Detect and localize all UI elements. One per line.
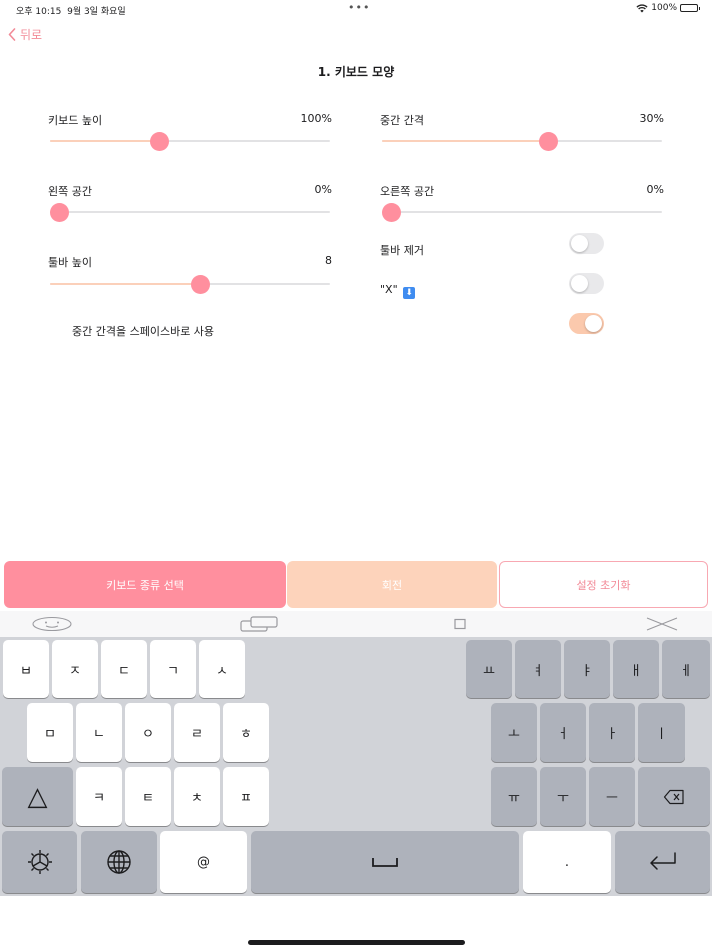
- key-consonant[interactable]: ㅂ: [3, 640, 49, 698]
- slider-thumb[interactable]: [149, 132, 169, 151]
- slider-thumb[interactable]: [382, 203, 401, 222]
- status-bar: 오후 10:15 9월 3일 화요일 ••• 100%: [0, 0, 712, 20]
- key-vowel[interactable]: ㅐ: [613, 640, 659, 698]
- select-keyboard-button[interactable]: 키보드 종류 선택: [4, 561, 286, 608]
- gap-as-space-label: 중간 간격을 스페이스바로 사용: [72, 325, 215, 338]
- middle-gap-slider[interactable]: [382, 131, 662, 151]
- key-vowel[interactable]: ㅣ: [638, 703, 685, 762]
- key-consonant[interactable]: ㅈ: [52, 640, 98, 698]
- key-vowel[interactable]: ㅡ: [589, 767, 635, 826]
- wifi-icon: [636, 3, 648, 12]
- x-key-label: "X" ⬇: [380, 283, 416, 299]
- key-vowel[interactable]: ㅑ: [564, 640, 610, 698]
- key-vowel[interactable]: ㅕ: [515, 640, 561, 698]
- status-right: 100%: [636, 3, 700, 13]
- settings-key[interactable]: [2, 831, 77, 893]
- rotate-button[interactable]: 회전: [287, 561, 497, 608]
- delete-left-icon: [663, 789, 684, 804]
- space-key[interactable]: [251, 831, 519, 893]
- key-vowel[interactable]: ㅜ: [540, 767, 586, 826]
- return-icon: [649, 852, 676, 870]
- keyboard-height-slider[interactable]: [50, 131, 330, 151]
- language-key[interactable]: [81, 831, 157, 893]
- backspace-key[interactable]: [638, 767, 710, 826]
- keyboard-height-value: 100%: [300, 112, 332, 125]
- remove-toolbar-toggle[interactable]: [569, 233, 604, 254]
- page-title: 1. 키보드 모양: [317, 65, 395, 79]
- multitasking-dots[interactable]: •••: [348, 1, 370, 14]
- close-icon[interactable]: [644, 615, 680, 633]
- key-consonant[interactable]: ㅇ: [125, 703, 171, 762]
- single-window-icon[interactable]: [450, 615, 470, 633]
- clipboard-icon[interactable]: [236, 615, 282, 633]
- status-date: 9월 3일 화요일: [67, 7, 126, 17]
- slider-thumb[interactable]: [191, 275, 211, 294]
- left-space-slider[interactable]: [50, 202, 330, 222]
- key-consonant[interactable]: ㅅ: [199, 640, 245, 698]
- key-vowel[interactable]: ㅓ: [540, 703, 586, 762]
- key-consonant[interactable]: ㄱ: [150, 640, 196, 698]
- keyboard-height-label: 키보드 높이: [48, 114, 103, 127]
- x-key-toggle[interactable]: [569, 273, 604, 294]
- right-space-label: 오른쪽 공간: [380, 185, 435, 198]
- slider-thumb[interactable]: [50, 203, 69, 222]
- space-icon: [372, 858, 398, 867]
- key-consonant[interactable]: ㅌ: [125, 767, 171, 826]
- key-consonant[interactable]: ㅍ: [223, 767, 269, 826]
- right-space-value: 0%: [646, 183, 664, 196]
- gap-as-space-toggle[interactable]: [569, 313, 604, 334]
- home-indicator: [248, 940, 465, 945]
- left-space-label: 왼쪽 공간: [48, 185, 92, 198]
- right-space-slider[interactable]: [382, 202, 662, 222]
- remove-toolbar-label: 툴바 제거: [380, 244, 424, 257]
- battery-percent: 100%: [651, 3, 677, 13]
- chevron-left-icon: [8, 28, 16, 41]
- at-key[interactable]: @: [160, 831, 247, 893]
- left-space-value: 0%: [314, 183, 332, 196]
- emoji-face-icon[interactable]: [30, 615, 74, 633]
- down-arrow-emoji-icon: ⬇: [403, 287, 416, 299]
- globe-icon: [107, 850, 131, 874]
- reset-settings-button[interactable]: 설정 초기화: [499, 561, 708, 608]
- key-consonant[interactable]: ㅎ: [223, 703, 269, 762]
- middle-gap-value: 30%: [639, 112, 664, 125]
- shift-key[interactable]: △: [2, 767, 73, 826]
- period-key[interactable]: .: [523, 831, 611, 893]
- toolbar-height-value: 8: [325, 254, 332, 267]
- return-key[interactable]: [615, 831, 710, 893]
- key-consonant[interactable]: ㅋ: [76, 767, 122, 826]
- status-time: 오후 10:15 9월 3일 화요일: [16, 7, 126, 17]
- battery-icon: [680, 4, 700, 12]
- toolbar-height-label: 툴바 높이: [48, 256, 92, 269]
- key-consonant[interactable]: ㅁ: [27, 703, 73, 762]
- key-consonant[interactable]: ㄷ: [101, 640, 147, 698]
- key-consonant[interactable]: ㅊ: [174, 767, 220, 826]
- key-vowel[interactable]: ㅔ: [662, 640, 710, 698]
- key-consonant[interactable]: ㄴ: [76, 703, 122, 762]
- keyboard-toolbar: [0, 611, 712, 637]
- key-vowel[interactable]: ㅠ: [491, 767, 537, 826]
- slider-thumb[interactable]: [539, 132, 559, 151]
- key-vowel[interactable]: ㅗ: [491, 703, 537, 762]
- keyboard: ㅂ ㅈ ㄷ ㄱ ㅅ ㅁ ㄴ ㅇ ㄹ ㅎ △ ㅋ ㅌ ㅊ ㅍ ㅛ ㅕ ㅑ ㅐ ㅔ …: [0, 637, 712, 896]
- back-label: 뒤로: [20, 28, 43, 42]
- gear-icon: [27, 850, 52, 874]
- key-vowel[interactable]: ㅛ: [466, 640, 512, 698]
- back-button[interactable]: 뒤로: [8, 26, 42, 43]
- middle-gap-label: 중간 간격: [380, 114, 424, 127]
- toolbar-height-slider[interactable]: [50, 274, 330, 294]
- key-vowel[interactable]: ㅏ: [589, 703, 635, 762]
- key-consonant[interactable]: ㄹ: [174, 703, 220, 762]
